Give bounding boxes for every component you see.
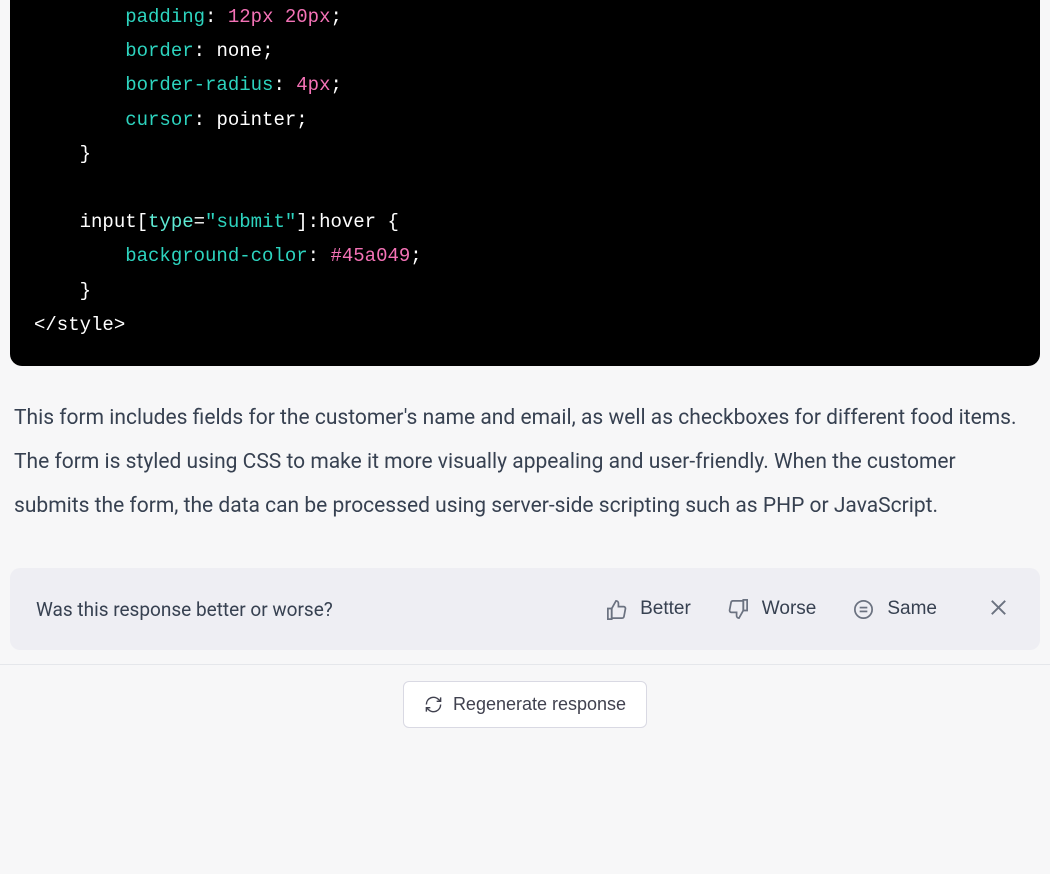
- feedback-bar: Was this response better or worse? Bette…: [10, 568, 1040, 650]
- code-line: cursor: pointer;: [34, 103, 1016, 137]
- equals-icon: [852, 598, 875, 621]
- regenerate-button[interactable]: Regenerate response: [403, 681, 647, 728]
- code-line: }: [34, 274, 1016, 308]
- same-label: Same: [887, 598, 937, 620]
- worse-label: Worse: [762, 598, 817, 620]
- worse-button[interactable]: Worse: [719, 594, 825, 625]
- better-button[interactable]: Better: [597, 594, 699, 625]
- thumbs-up-icon: [605, 598, 628, 621]
- response-description: This form includes fields for the custom…: [10, 396, 1040, 528]
- code-line: border-radius: 4px;: [34, 68, 1016, 102]
- thumbs-down-icon: [727, 598, 750, 621]
- better-label: Better: [640, 598, 691, 620]
- code-block: padding: 12px 20px; border: none; border…: [10, 0, 1040, 366]
- code-line: padding: 12px 20px;: [34, 0, 1016, 34]
- regenerate-label: Regenerate response: [453, 694, 626, 715]
- same-button[interactable]: Same: [844, 594, 945, 625]
- code-line: [34, 171, 1016, 205]
- code-line: background-color: #45a049;: [34, 239, 1016, 273]
- close-icon: [987, 596, 1010, 619]
- close-button[interactable]: [983, 592, 1014, 626]
- code-line: border: none;: [34, 34, 1016, 68]
- feedback-question: Was this response better or worse?: [36, 598, 577, 621]
- regenerate-icon: [424, 695, 443, 714]
- code-line: input[type="submit"]:hover {: [34, 205, 1016, 239]
- code-line: </style>: [34, 308, 1016, 342]
- code-line: }: [34, 137, 1016, 171]
